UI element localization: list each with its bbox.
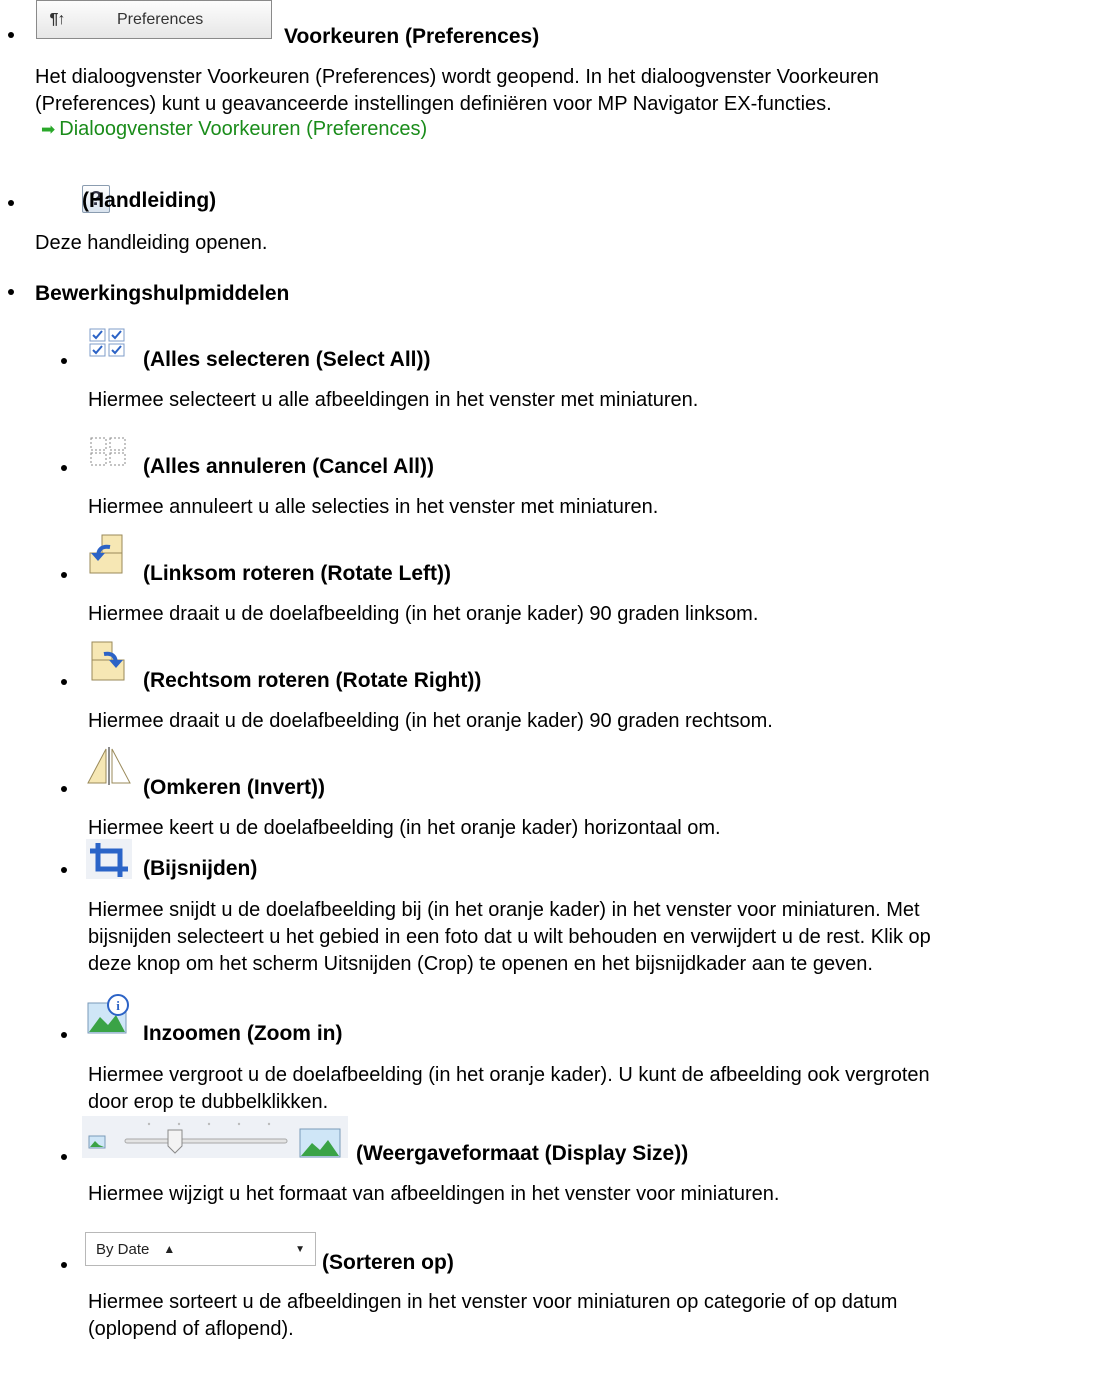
zoom-in-icon[interactable]: i — [86, 993, 132, 1037]
bullet — [61, 867, 67, 873]
bullet — [61, 1262, 67, 1268]
crop-icon[interactable] — [86, 839, 132, 879]
rotate-right-icon[interactable] — [86, 638, 134, 684]
crop-heading: (Bijsnijden) — [143, 857, 258, 880]
rotate-right-heading: (Rechtsom roteren (Rotate Right)) — [143, 669, 482, 692]
bullet — [61, 786, 67, 792]
preferences-button-label: Preferences — [117, 10, 204, 28]
select-all-description: Hiermee selecteert u alle afbeeldingen i… — [88, 389, 699, 411]
arrow-right-icon: ➡ — [41, 119, 56, 139]
preferences-link-label: Dialoogvenster Voorkeuren (Preferences) — [59, 118, 428, 140]
zoom-in-description-line-1: Hiermee vergroot u de doelafbeelding (in… — [88, 1064, 930, 1086]
edit-tools-heading: Bewerkingshulpmiddelen — [35, 282, 290, 305]
tools-icon: ¶↑ — [49, 10, 66, 28]
sort-ascending-icon: ▲ — [163, 1242, 176, 1256]
chevron-down-icon: ▼ — [295, 1243, 305, 1255]
preferences-description-line-1: Het dialoogvenster Voorkeuren (Preferenc… — [35, 66, 879, 88]
bullet — [8, 289, 14, 295]
sort-heading: (Sorteren op) — [322, 1251, 454, 1274]
cancel-all-description: Hiermee annuleert u alle selecties in he… — [88, 496, 659, 518]
rotate-left-description: Hiermee draait u de doelafbeelding (in h… — [88, 603, 759, 625]
display-size-description: Hiermee wijzigt u het formaat van afbeel… — [88, 1183, 780, 1205]
invert-description: Hiermee keert u de doelafbeelding (in he… — [88, 817, 721, 839]
bullet — [61, 679, 67, 685]
preferences-button[interactable]: ¶↑ Preferences — [36, 0, 272, 39]
sort-description-line-1: Hiermee sorteert u de afbeeldingen in he… — [88, 1291, 898, 1313]
bullet — [61, 358, 67, 364]
cancel-all-icon[interactable] — [89, 436, 129, 468]
invert-icon[interactable] — [84, 745, 134, 787]
sort-by-value: By Date — [96, 1240, 150, 1258]
zoom-in-heading: Inzoomen (Zoom in) — [143, 1022, 343, 1045]
help-heading: (Handleiding) — [82, 189, 217, 212]
preferences-description-line-2: (Preferences) kunt u geavanceerde instel… — [35, 93, 832, 115]
bullet — [61, 1154, 67, 1160]
crop-description-line-3: deze knop om het scherm Uitsnijden (Crop… — [88, 953, 873, 975]
bullet — [61, 465, 67, 471]
cancel-all-heading: (Alles annuleren (Cancel All)) — [143, 455, 434, 478]
select-all-heading: (Alles selecteren (Select All)) — [143, 348, 431, 371]
crop-description-line-1: Hiermee snijdt u de doelafbeelding bij (… — [88, 899, 920, 921]
help-description: Deze handleiding openen. — [35, 232, 268, 254]
select-all-icon[interactable] — [89, 328, 127, 358]
zoom-in-description-line-2: door erop te dubbelklikken. — [88, 1091, 329, 1113]
bullet — [8, 200, 14, 206]
preferences-heading: Voorkeuren (Preferences) — [284, 25, 540, 48]
rotate-left-heading: (Linksom roteren (Rotate Left)) — [143, 562, 452, 585]
bullet — [61, 1032, 67, 1038]
crop-description-line-2: bijsnijden selecteert u het gebied in ee… — [88, 926, 931, 948]
invert-heading: (Omkeren (Invert)) — [143, 776, 326, 799]
display-size-heading: (Weergaveformaat (Display Size)) — [356, 1142, 689, 1165]
rotate-right-description: Hiermee draait u de doelafbeelding (in h… — [88, 710, 773, 732]
rotate-left-icon[interactable] — [86, 531, 134, 577]
preferences-dialog-link[interactable]: ➡ Dialoogvenster Voorkeuren (Preferences… — [41, 118, 427, 141]
svg-text:i: i — [116, 998, 120, 1013]
bullet — [61, 572, 67, 578]
sort-by-dropdown[interactable]: By Date ▲ ▼ — [85, 1232, 316, 1266]
display-size-slider[interactable] — [82, 1116, 348, 1158]
bullet — [8, 32, 14, 38]
sort-description-line-2: (oplopend of aflopend). — [88, 1318, 294, 1340]
